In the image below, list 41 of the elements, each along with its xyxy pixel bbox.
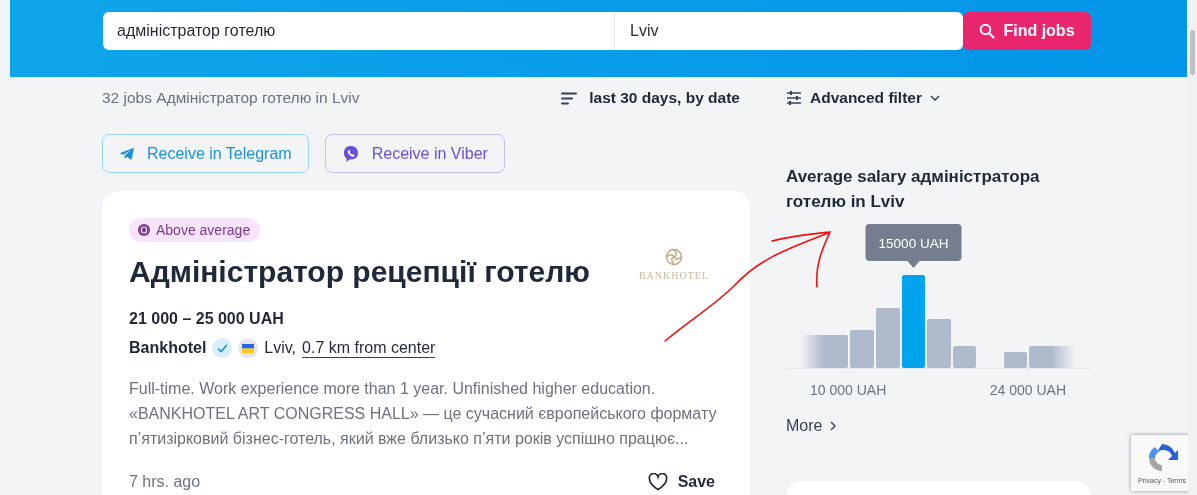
axis-label: 10 000 UAH <box>810 382 887 398</box>
location-field[interactable]: Lviv <box>615 12 963 50</box>
results-summary: 32 jobs Адміністратор готелю in Lviv <box>102 89 360 107</box>
search-icon <box>979 23 996 39</box>
company-logo: BANKHOTEL <box>634 248 714 281</box>
paper-plane-icon <box>119 146 135 161</box>
salary-tooltip: 15000 UAH <box>865 224 962 268</box>
histogram-bar[interactable] <box>850 330 874 368</box>
salary-title: Average salary адміністратора готелю in Lviv <box>786 166 1041 213</box>
sort-button[interactable]: last 30 days, by date <box>561 89 740 107</box>
histogram-bar[interactable] <box>1029 346 1075 368</box>
chevron-right-icon <box>830 421 837 431</box>
job-title[interactable]: Адміністратор рецепції готелю <box>129 254 634 290</box>
job-location: Lviv, <box>264 339 297 357</box>
histogram-bar[interactable] <box>1004 352 1027 368</box>
salary-range: 21 000 – 25 000 UAH <box>129 310 285 328</box>
job-card[interactable] <box>102 191 750 495</box>
histogram-bar[interactable] <box>902 275 925 368</box>
histogram-bar[interactable] <box>800 335 848 368</box>
find-jobs-button[interactable]: Find jobs <box>963 12 1091 50</box>
histogram-bar[interactable] <box>953 346 976 368</box>
company-name: Bankhotel <box>129 339 207 357</box>
sliders-icon <box>786 91 802 105</box>
search-field[interactable]: адміністратор готелю <box>103 12 615 50</box>
histogram-bar[interactable] <box>927 319 951 368</box>
save-button[interactable]: Save <box>647 473 715 491</box>
heart-icon <box>647 473 668 491</box>
axis-label: 24 000 UAH <box>989 382 1066 398</box>
viber-subscribe-button[interactable]: Receive in Viber <box>324 134 505 173</box>
scrollbar[interactable] <box>1190 30 1195 75</box>
phone-bubble-icon <box>341 144 360 163</box>
distance-link[interactable]: 0.7 km from center <box>302 338 436 358</box>
salary-badge: Above average <box>129 218 261 242</box>
sort-icon <box>561 91 578 105</box>
advanced-filter-button[interactable]: Advanced filter <box>786 87 940 109</box>
posted-time: 7 hrs. ago <box>129 473 201 491</box>
flag-icon <box>238 338 259 358</box>
more-link[interactable]: More <box>786 417 837 435</box>
job-description: Full-time. Work experience more than 1 year. Unfinished higher education. «BANKHOTEL ART CONGRESS HALL» — це сучасний європейського формату п’ятизірковий бізнес-готель, який вже близько п’яти років успішно працює... <box>129 379 718 449</box>
histogram-bar[interactable] <box>876 308 900 368</box>
chevron-down-icon <box>930 95 940 101</box>
